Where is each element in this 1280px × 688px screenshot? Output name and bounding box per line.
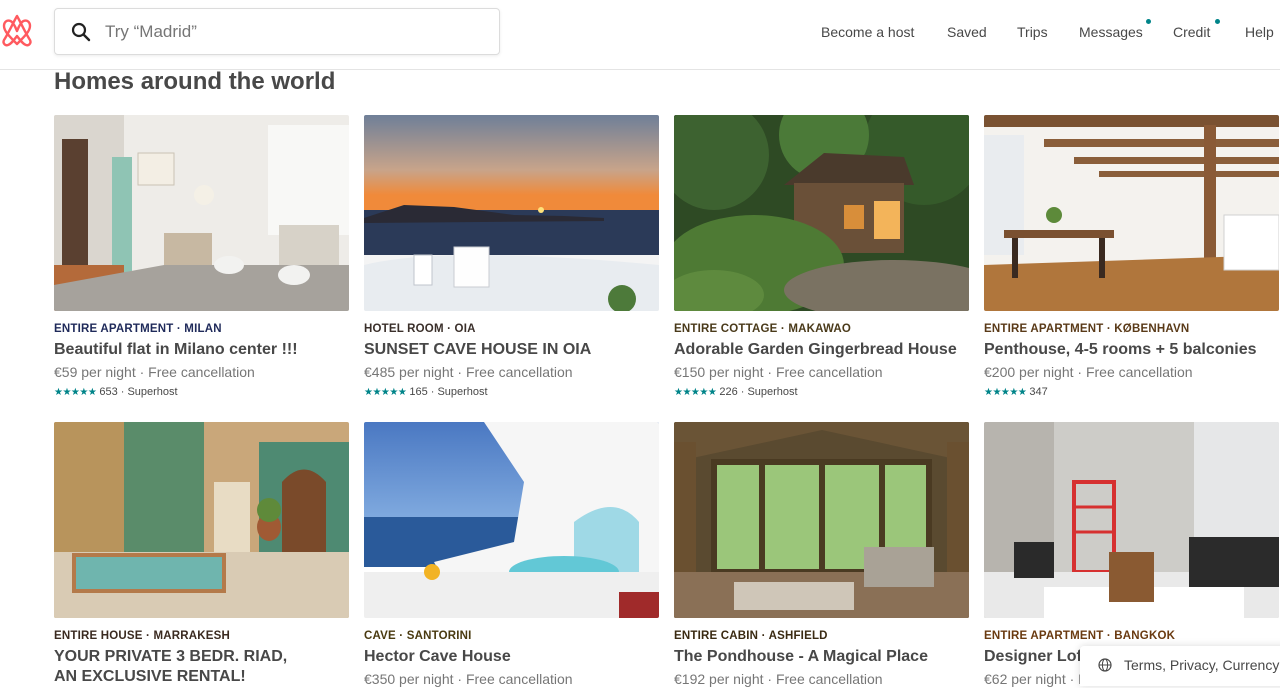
listing-price: €485 per night · Free cancellation	[364, 364, 573, 380]
listing-photo[interactable]	[364, 422, 659, 618]
nav-credit[interactable]: Credit	[1173, 19, 1220, 42]
search-box[interactable]	[54, 8, 500, 55]
listing-card[interactable]: ENTIRE APARTMENT · KØBENHAVN Penthouse, …	[984, 115, 1279, 400]
listing-title: YOUR PRIVATE 3 BEDR. RIAD, AN EXCLUSIVE …	[54, 648, 288, 685]
listing-title: Adorable Garden Gingerbread House	[674, 341, 957, 358]
listing-price: €59 per night · Free cancellation	[54, 364, 255, 380]
listing-photo[interactable]	[984, 422, 1279, 618]
credit-notification-dot	[1215, 19, 1220, 24]
listing-type: ENTIRE HOUSE · MARRAKESH	[54, 630, 231, 642]
top-header: Become a host Saved Trips Messages Credi…	[0, 0, 1280, 70]
rating-stars-icon: ★★★★★	[984, 387, 1027, 398]
listing-type: ENTIRE APARTMENT · KØBENHAVN	[984, 323, 1190, 335]
airbnb-logo-icon[interactable]	[1, 14, 33, 48]
rating-count: 653 · Superhost	[99, 386, 178, 398]
nav-trips[interactable]: Trips	[1017, 22, 1048, 42]
rating-stars-icon: ★★★★★	[54, 387, 97, 398]
section-title: Homes around the world	[54, 68, 336, 95]
rating-count: 165 · Superhost	[409, 386, 488, 398]
nav-messages[interactable]: Messages	[1079, 19, 1151, 42]
listing-title: The Pondhouse - A Magical Place	[674, 648, 928, 665]
listing-title: SUNSET CAVE HOUSE IN OIA	[364, 341, 592, 358]
listing-type: ENTIRE COTTAGE · MAKAWAO	[674, 323, 852, 335]
listing-rating: ★★★★★ 347	[984, 385, 1279, 400]
listing-type: ENTIRE APARTMENT · MILAN	[54, 323, 222, 335]
messages-notification-dot	[1146, 19, 1151, 24]
listing-card[interactable]: HOTEL ROOM · OIA SUNSET CAVE HOUSE IN OI…	[364, 115, 659, 400]
listing-card[interactable]: ENTIRE APARTMENT · MILAN Beautiful flat …	[54, 115, 349, 400]
listing-rating: ★★★★★ 226 · Superhost	[674, 385, 969, 400]
nav-help[interactable]: Help	[1245, 22, 1274, 42]
listing-card[interactable]: CAVE · SANTORINI Hector Cave House €350 …	[364, 422, 659, 688]
listing-photo[interactable]	[54, 422, 349, 618]
listing-type: HOTEL ROOM · OIA	[364, 323, 476, 335]
listing-photo[interactable]	[364, 115, 659, 311]
footer-links-button[interactable]: Terms, Privacy, Currency	[1080, 646, 1280, 686]
listing-title: Hector Cave House	[364, 648, 511, 665]
listing-title: Beautiful flat in Milano center !!!	[54, 341, 298, 358]
listing-type: ENTIRE APARTMENT · BANGKOK	[984, 630, 1176, 642]
listing-photo[interactable]	[674, 422, 969, 618]
listing-photo[interactable]	[984, 115, 1279, 311]
nav-messages-label: Messages	[1079, 24, 1143, 40]
rating-count: 347	[1029, 386, 1048, 398]
rating-stars-icon: ★★★★★	[674, 387, 717, 398]
listing-title: Penthouse, 4-5 rooms + 5 balconies	[984, 341, 1257, 358]
rating-stars-icon: ★★★★★	[364, 387, 407, 398]
listing-type: ENTIRE CABIN · ASHFIELD	[674, 630, 828, 642]
globe-icon	[1098, 658, 1112, 672]
listing-photo[interactable]	[54, 115, 349, 311]
listing-card[interactable]: ENTIRE CABIN · ASHFIELD The Pondhouse - …	[674, 422, 969, 688]
listing-card[interactable]: ENTIRE HOUSE · MARRAKESH YOUR PRIVATE 3 …	[54, 422, 349, 687]
search-input[interactable]	[105, 9, 485, 54]
listing-price: €150 per night · Free cancellation	[674, 364, 883, 380]
listing-photo[interactable]	[674, 115, 969, 311]
listing-price: €350 per night · Free cancellation	[364, 671, 573, 687]
listing-type: CAVE · SANTORINI	[364, 630, 472, 642]
listing-rating: ★★★★★ 165 · Superhost	[364, 385, 659, 400]
listing-price: €200 per night · Free cancellation	[984, 364, 1193, 380]
footer-links-label: Terms, Privacy, Currency	[1124, 657, 1280, 673]
nav-saved[interactable]: Saved	[947, 22, 987, 42]
rating-count: 226 · Superhost	[719, 386, 798, 398]
search-icon	[71, 22, 91, 42]
listing-rating: ★★★★★ 653 · Superhost	[54, 385, 349, 400]
nav-become-host[interactable]: Become a host	[821, 22, 914, 42]
nav-credit-label: Credit	[1173, 24, 1211, 40]
listing-price: €192 per night · Free cancellation	[674, 671, 883, 687]
listing-card[interactable]: ENTIRE COTTAGE · MAKAWAO Adorable Garden…	[674, 115, 969, 400]
